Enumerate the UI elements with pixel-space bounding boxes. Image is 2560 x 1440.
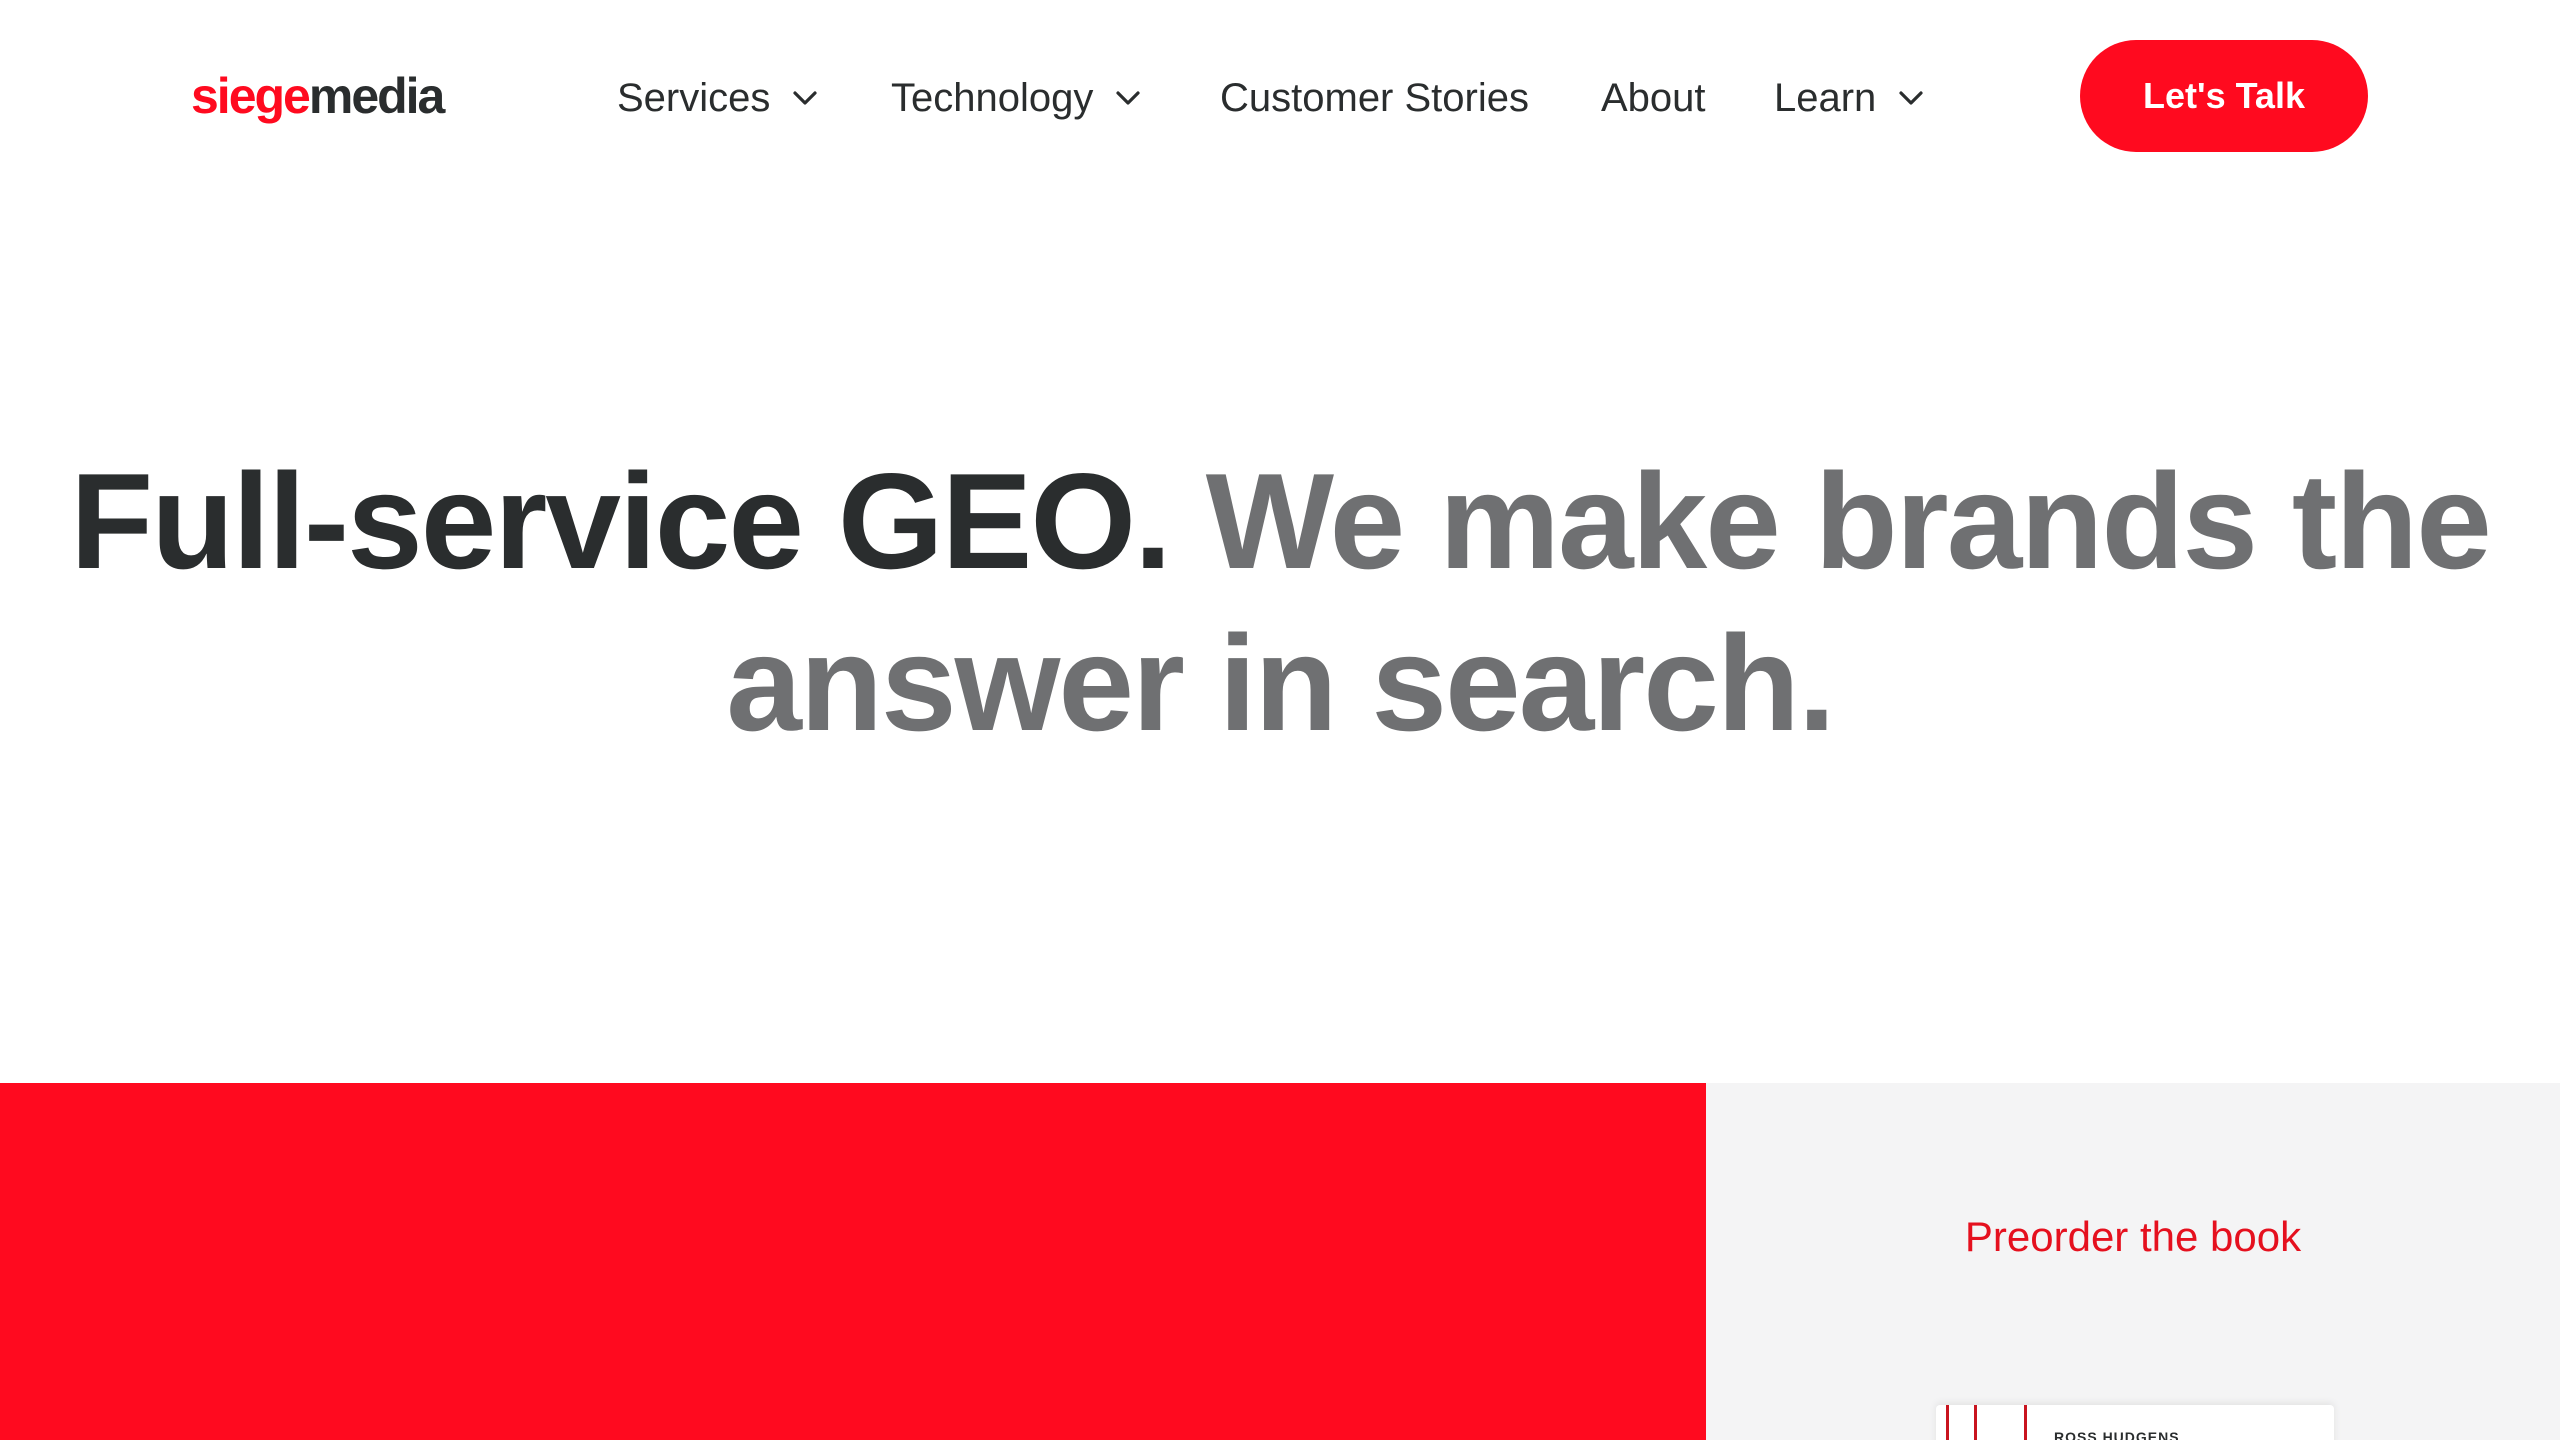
book-cover-author: ROSS HUDGENS (2054, 1429, 2180, 1440)
nav-item-label: About (1601, 75, 1706, 120)
logo-text-media: media (308, 68, 446, 124)
hero-headline: Full-service GEO. We make brands the ans… (40, 440, 2520, 764)
preorder-book-link[interactable]: Preorder the book (1706, 1213, 2560, 1261)
hero-headline-primary: Full-service GEO. (70, 445, 1172, 597)
chevron-down-icon (792, 90, 818, 106)
book-cover-stripe (1946, 1405, 1949, 1440)
nav-item-technology[interactable]: Technology (891, 70, 1141, 126)
book-cover-stripe (2024, 1405, 2027, 1440)
siege-media-logo[interactable]: siegemedia (191, 66, 446, 126)
chevron-down-icon (1898, 90, 1924, 106)
book-cover-stripe (1974, 1405, 1977, 1440)
site-header: siegemedia Services Technology Customer … (0, 0, 2560, 192)
nav-item-about[interactable]: About (1601, 70, 1706, 126)
nav-item-label: Services (617, 75, 771, 120)
logo-text-siege: siege (191, 68, 311, 124)
nav-item-label: Technology (891, 75, 1094, 120)
nav-item-label: Customer Stories (1220, 75, 1529, 120)
nav-item-customer-stories[interactable]: Customer Stories (1220, 70, 1529, 126)
page: siegemedia Services Technology Customer … (0, 0, 2560, 1440)
chevron-down-icon (1115, 90, 1141, 106)
red-feature-panel (0, 1083, 1706, 1440)
book-cover-image[interactable]: ROSS HUDGENS (1936, 1405, 2334, 1440)
book-promo-panel: Preorder the book ROSS HUDGENS (1706, 1083, 2560, 1440)
lets-talk-button[interactable]: Let's Talk (2080, 40, 2368, 152)
nav-item-learn[interactable]: Learn (1774, 70, 1924, 126)
nav-item-services[interactable]: Services (617, 70, 818, 126)
nav-item-label: Learn (1774, 75, 1877, 120)
